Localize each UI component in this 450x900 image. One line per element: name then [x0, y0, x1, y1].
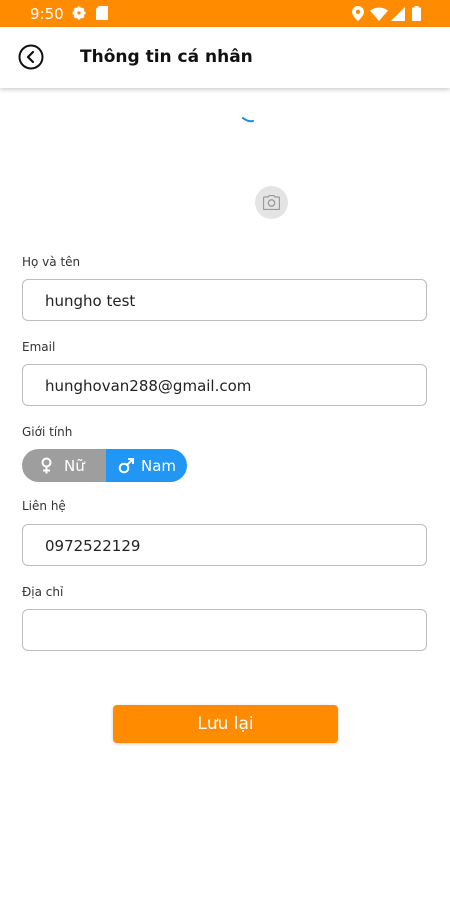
gender-male-label: Nam — [141, 457, 177, 475]
status-time: 9:50 — [30, 5, 64, 23]
loading-spinner — [242, 110, 254, 123]
contact-value: 0972522129 — [45, 537, 141, 555]
page-title: Thông tin cá nhân — [80, 47, 253, 67]
gear-icon — [72, 6, 86, 25]
address-label: Địa chỉ — [22, 585, 64, 599]
app-bar: Thông tin cá nhân — [0, 27, 450, 88]
status-bar: 9:50 — [0, 0, 450, 27]
name-label: Họ và tên — [22, 255, 81, 269]
gender-female-option[interactable]: Nữ — [22, 449, 106, 482]
change-avatar-button[interactable] — [255, 186, 288, 219]
male-icon — [118, 457, 135, 478]
battery-icon — [412, 6, 421, 26]
email-field[interactable]: hunghovan288@gmail.com — [22, 364, 427, 406]
email-label: Email — [22, 340, 56, 354]
email-value: hunghovan288@gmail.com — [45, 377, 252, 395]
save-button[interactable]: Lưu lại — [113, 705, 338, 743]
back-icon[interactable] — [18, 44, 44, 70]
camera-icon — [262, 194, 281, 215]
signal-icon — [391, 7, 405, 26]
name-field[interactable]: hungho test — [22, 279, 427, 321]
gender-toggle: Nữ Nam — [22, 449, 187, 482]
gender-male-option[interactable]: Nam — [106, 449, 187, 482]
sim-card-icon — [96, 6, 108, 25]
gender-female-label: Nữ — [64, 457, 85, 475]
gender-label: Giới tính — [22, 425, 73, 439]
location-icon — [352, 6, 364, 26]
contact-field[interactable]: 0972522129 — [22, 524, 427, 566]
female-icon — [41, 457, 52, 478]
wifi-icon — [370, 7, 388, 26]
contact-label: Liên hệ — [22, 499, 66, 513]
address-field[interactable] — [22, 609, 427, 651]
name-value: hungho test — [45, 292, 136, 310]
